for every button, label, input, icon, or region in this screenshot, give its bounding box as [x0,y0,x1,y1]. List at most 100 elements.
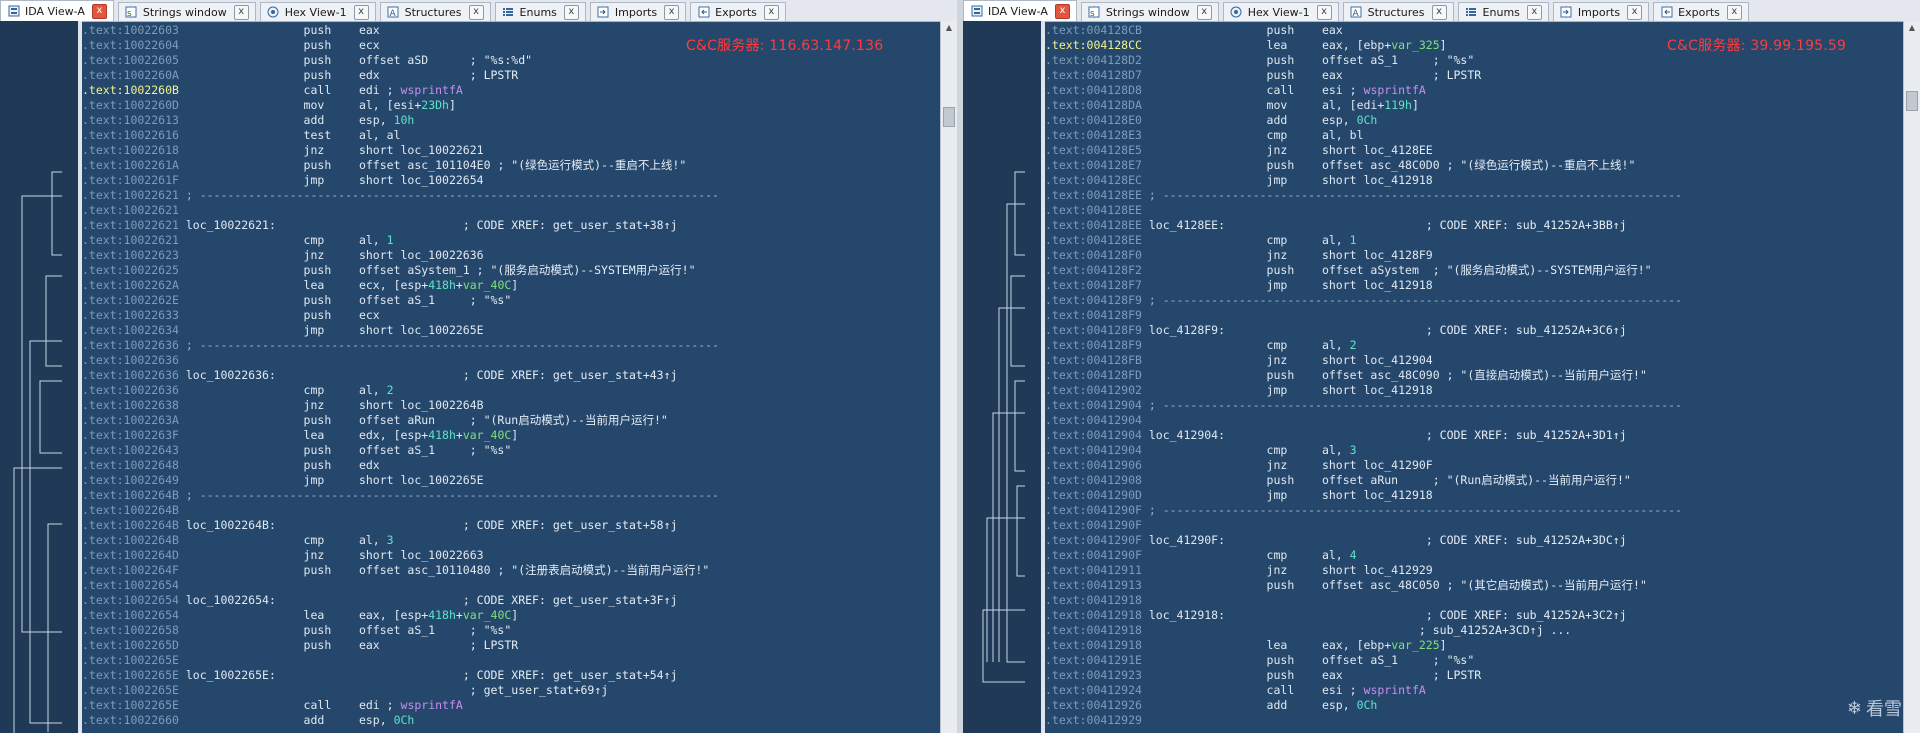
code-line[interactable]: .text:0041290F loc_41290F: ; CODE XREF: … [1045,533,1904,548]
code-line[interactable]: .text:10022636 loc_10022636: ; CODE XREF… [82,368,941,383]
code-line[interactable]: .text:10022660 add esp, 0Ch [82,713,941,728]
code-line[interactable]: .text:004128DA mov al, [edi+119h] [1045,98,1904,113]
close-icon[interactable]: x [563,4,579,20]
code-line[interactable]: .text:10022636 [82,353,941,368]
code-line[interactable]: .text:004128EE [1045,203,1904,218]
code-line[interactable]: .text:1002264B [82,503,941,518]
close-icon[interactable]: x [468,4,484,20]
code-line[interactable]: .text:00412911 jnz short loc_412929 [1045,563,1904,578]
code-line[interactable]: .text:004128F0 jnz short loc_4128F9 [1045,248,1904,263]
close-icon[interactable]: x [233,4,249,20]
code-line[interactable]: .text:004128F9 ; -----------------------… [1045,293,1904,308]
code-line[interactable]: .text:00412906 jnz short loc_41290F [1045,458,1904,473]
tab-enums[interactable]: Enums x [494,2,586,21]
disassembly-listing[interactable]: .text:004128CB push eax .text:004128CC le… [1045,23,1904,733]
code-line[interactable]: .text:004128EE cmp al, 1 [1045,233,1904,248]
scroll-thumb[interactable] [1906,91,1918,111]
code-line[interactable]: .text:10022636 cmp al, 2 [82,383,941,398]
tab-structures[interactable]: A Structures x [379,2,491,21]
code-line[interactable]: .text:004128D2 push offset aS_1 ; "%s" [1045,53,1904,68]
tab-ida-view-a[interactable]: IDA View-A x [963,0,1077,21]
code-line[interactable]: .text:00412913 push offset asc_48C050 ; … [1045,578,1904,593]
code-line[interactable]: .text:10022621 [82,203,941,218]
code-line[interactable]: .text:0041291E push offset aS_1 ; "%s" [1045,653,1904,668]
vertical-scrollbar[interactable]: ▲ [940,21,957,733]
code-line[interactable]: .text:00412924 call esi ; wsprintfA [1045,683,1904,698]
code-line[interactable]: .text:0041290F cmp al, 4 [1045,548,1904,563]
code-line[interactable]: .text:004128E7 push offset asc_48C0D0 ; … [1045,158,1904,173]
code-line[interactable]: .text:10022616 test al, al [82,128,941,143]
code-line[interactable]: .text:004128FB jnz short loc_412904 [1045,353,1904,368]
tab-exports[interactable]: Exports x [690,2,786,21]
code-line[interactable]: .text:004128EC jmp short loc_412918 [1045,173,1904,188]
disassembly-listing[interactable]: .text:10022603 push eax .text:10022604 pu… [82,23,941,733]
close-icon[interactable]: x [763,4,779,20]
code-line[interactable]: .text:00412904 loc_412904: ; CODE XREF: … [1045,428,1904,443]
code-line[interactable]: .text:1002261A push offset asc_101104E0 … [82,158,941,173]
code-line[interactable]: .text:00412908 push offset aRun ; "(Run启… [1045,473,1904,488]
tab-exports[interactable]: Exports x [1653,2,1749,21]
code-line[interactable]: .text:1002265E ; get_user_stat+69↑j [82,683,941,698]
code-line[interactable]: .text:1002264B ; -----------------------… [82,488,941,503]
close-icon[interactable]: x [353,4,369,20]
close-icon[interactable]: x [1054,3,1070,19]
code-line[interactable]: .text:10022613 add esp, 10h [82,113,941,128]
code-line[interactable]: .text:10022649 jmp short loc_1002265E [82,473,941,488]
code-line[interactable]: .text:004128F7 jmp short loc_412918 [1045,278,1904,293]
code-line[interactable]: .text:00412926 add esp, 0Ch [1045,698,1904,713]
code-line[interactable]: .text:004128F9 [1045,308,1904,323]
code-line[interactable]: .text:00412923 push eax ; LPSTR [1045,668,1904,683]
code-line[interactable]: .text:10022654 loc_10022654: ; CODE XREF… [82,593,941,608]
scroll-up-icon[interactable]: ▲ [1904,21,1920,35]
tab-hex-view[interactable]: Hex View-1 x [259,2,376,21]
code-line[interactable]: .text:00412929 [1045,713,1904,728]
vertical-scrollbar[interactable]: ▲ [1903,21,1920,733]
code-line[interactable]: .text:10022621 loc_10022621: ; CODE XREF… [82,218,941,233]
code-line[interactable]: .text:0041290F ; -----------------------… [1045,503,1904,518]
close-icon[interactable]: x [1627,4,1643,20]
code-line[interactable]: .text:1002265E loc_1002265E: ; CODE XREF… [82,668,941,683]
code-line[interactable]: .text:1002264B cmp al, 3 [82,533,941,548]
code-line[interactable]: .text:1002264F push offset asc_10110480 … [82,563,941,578]
code-line[interactable]: .text:1002260D mov al, [esi+23Dh] [82,98,941,113]
code-line[interactable]: .text:1002262A lea ecx, [esp+418h+var_40… [82,278,941,293]
code-line[interactable]: .text:1002265E [82,653,941,668]
code-line[interactable]: .text:1002265E call edi ; wsprintfA [82,698,941,713]
code-line[interactable]: .text:004128EE ; -----------------------… [1045,188,1904,203]
close-icon[interactable]: x [1431,4,1447,20]
scroll-up-icon[interactable]: ▲ [941,21,957,35]
scroll-thumb[interactable] [943,107,955,127]
code-line[interactable]: .text:1002262E push offset aS_1 ; "%s" [82,293,941,308]
code-line[interactable]: .text:10022636 ; -----------------------… [82,338,941,353]
tab-ida-view-a[interactable]: IDA View-A x [0,0,114,21]
close-icon[interactable]: x [1726,4,1742,20]
tab-imports[interactable]: Imports x [589,2,687,21]
code-line[interactable]: .text:1002264D jnz short loc_10022663 [82,548,941,563]
code-line[interactable]: .text:10022633 push ecx [82,308,941,323]
code-line[interactable]: .text:004128E3 cmp al, bl [1045,128,1904,143]
tab-strings-window[interactable]: s Strings window x [117,2,256,21]
code-line[interactable]: .text:10022638 jnz short loc_1002264B [82,398,941,413]
code-line[interactable]: .text:10022643 push offset aS_1 ; "%s" [82,443,941,458]
code-line[interactable]: .text:00412904 [1045,413,1904,428]
close-icon[interactable]: x [1196,4,1212,20]
tab-hex-view[interactable]: Hex View-1 x [1222,2,1339,21]
code-line[interactable]: .text:00412902 jmp short loc_412918 [1045,383,1904,398]
code-line[interactable]: .text:10022605 push offset aSD ; "%s:%d" [82,53,941,68]
tab-structures[interactable]: A Structures x [1342,2,1454,21]
code-line[interactable]: .text:004128D7 push eax ; LPSTR [1045,68,1904,83]
tab-enums[interactable]: Enums x [1457,2,1549,21]
tab-imports[interactable]: Imports x [1552,2,1650,21]
code-line[interactable]: .text:00412904 cmp al, 3 [1045,443,1904,458]
code-line[interactable]: .text:00412904 ; -----------------------… [1045,398,1904,413]
code-line[interactable]: .text:1002265D push eax ; LPSTR [82,638,941,653]
code-line[interactable]: .text:0041290D jmp short loc_412918 [1045,488,1904,503]
code-line[interactable]: .text:00412918 ; sub_41252A+3CD↑j ... [1045,623,1904,638]
code-line[interactable]: .text:1002261F jmp short loc_10022654 [82,173,941,188]
code-line[interactable]: .text:1002263A push offset aRun ; "(Run启… [82,413,941,428]
tab-strings-window[interactable]: s Strings window x [1080,2,1219,21]
code-line[interactable]: .text:0041290F [1045,518,1904,533]
code-line[interactable]: .text:004128F9 loc_4128F9: ; CODE XREF: … [1045,323,1904,338]
code-line[interactable]: .text:1002264B loc_1002264B: ; CODE XREF… [82,518,941,533]
code-line[interactable]: .text:10022634 jmp short loc_1002265E [82,323,941,338]
